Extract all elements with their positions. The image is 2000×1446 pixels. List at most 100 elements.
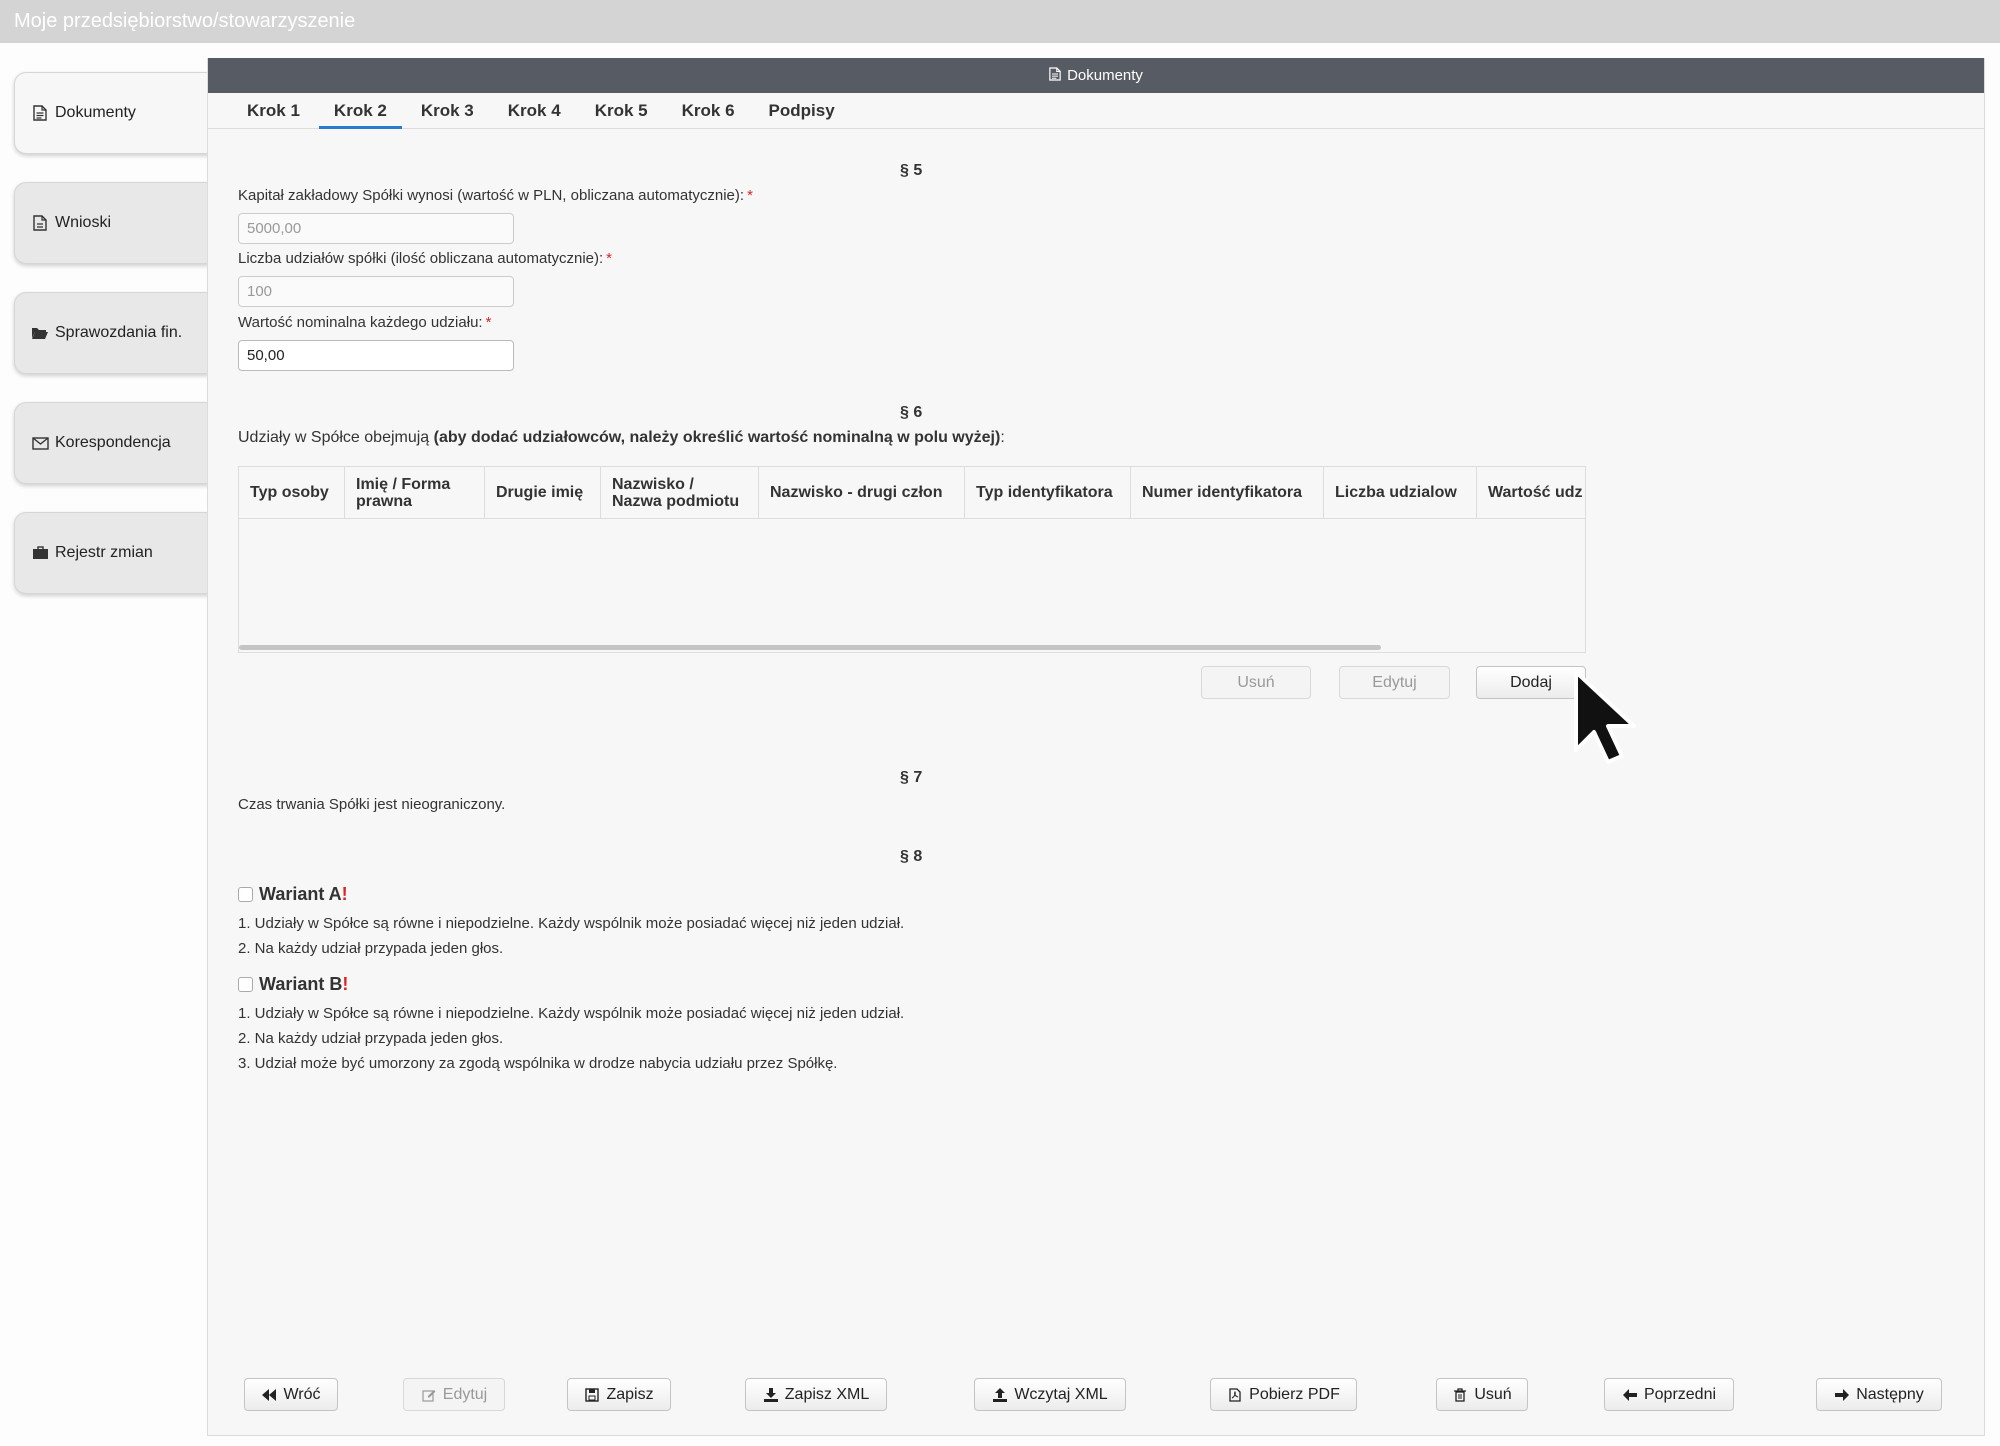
variant-b-line: 3. Udział może być umorzony za zgodą wsp…	[238, 1055, 838, 1072]
pdf-file-icon	[1227, 1387, 1243, 1403]
previous-button-label: Poprzedni	[1643, 1385, 1717, 1403]
envelope-icon	[31, 434, 49, 452]
download-pdf-button-label: Pobierz PDF	[1249, 1385, 1340, 1403]
table-horizontal-scrollbar[interactable]	[239, 645, 1381, 650]
arrow-right-icon	[1834, 1387, 1850, 1403]
nominal-label-text: Wartość nominalna każdego udziału:	[238, 314, 483, 331]
document-icon	[1049, 66, 1061, 85]
save-xml-button[interactable]: Zapisz XML	[745, 1378, 887, 1411]
variant-a-line: 2. Na każdy udział przypada jeden głos.	[238, 940, 504, 957]
column-header[interactable]: Drugie imię	[485, 467, 601, 518]
variant-a-checkbox[interactable]	[238, 887, 253, 902]
upload-icon	[992, 1387, 1008, 1403]
panel-header: Dokumenty	[208, 58, 1984, 93]
sidebar-item-label: Korespondencja	[55, 434, 171, 451]
column-header[interactable]: Numer identyfikatora	[1131, 467, 1324, 518]
variant-b-line: 2. Na każdy udział przypada jeden głos.	[238, 1030, 504, 1047]
next-button-label: Następny	[1856, 1385, 1924, 1403]
briefcase-icon	[31, 544, 49, 562]
shares-count-field	[238, 276, 514, 307]
section-6-title: § 6	[900, 404, 923, 421]
sidebar-item-label: Dokumenty	[55, 104, 136, 121]
variant-a-label[interactable]: Wariant A!	[259, 884, 348, 905]
capital-field	[238, 213, 514, 244]
variant-b-warning: !	[342, 974, 349, 994]
column-header[interactable]: Imię / Forma prawna	[345, 467, 485, 518]
sidebar-item-rejestr-zmian[interactable]: Rejestr zmian	[14, 512, 210, 594]
tab-podpisy[interactable]: Podpisy	[752, 93, 852, 128]
nominal-value-field[interactable]	[238, 340, 514, 371]
shares-intro-hint: (aby dodać udziałowców, należy określić …	[433, 429, 1001, 446]
app-title: Moje przedsiębiorstwo/stowarzyszenie	[14, 10, 356, 32]
sidebar-item-korespondencja[interactable]: Korespondencja	[14, 402, 210, 484]
save-button-label: Zapisz	[606, 1385, 654, 1403]
variant-b-label[interactable]: Wariant B!	[259, 974, 348, 995]
duration-text: Czas trwania Spółki jest nieograniczony.	[238, 796, 506, 813]
column-header[interactable]: Wartość udz	[1477, 467, 1585, 518]
section-8-title: § 8	[900, 848, 923, 865]
sidebar-item-label: Sprawozdania fin.	[55, 324, 183, 341]
save-button[interactable]: Zapisz	[567, 1378, 671, 1411]
tab-krok-6[interactable]: Krok 6	[665, 93, 752, 128]
shares-intro-colon: :	[1000, 429, 1005, 446]
arrow-left-icon	[1622, 1387, 1638, 1403]
sidebar-item-label: Rejestr zmian	[55, 544, 153, 561]
folder-open-icon	[31, 324, 49, 342]
floppy-disk-icon	[584, 1387, 600, 1403]
shares-intro: Udziały w Spółce obejmują (aby dodać udz…	[238, 429, 1005, 447]
load-xml-button[interactable]: Wczytaj XML	[974, 1378, 1126, 1411]
sidebar-item-dokumenty[interactable]: Dokumenty	[14, 72, 210, 154]
load-xml-button-label: Wczytaj XML	[1014, 1385, 1108, 1403]
remove-shareholder-button[interactable]: Usuń	[1201, 666, 1311, 699]
variant-a-line: 1. Udziały w Spółce są równe i niepodzie…	[238, 915, 905, 932]
previous-button[interactable]: Poprzedni	[1604, 1378, 1734, 1411]
tab-krok-1[interactable]: Krok 1	[230, 93, 317, 128]
column-header[interactable]: Liczba udzialow	[1324, 467, 1477, 518]
column-header[interactable]: Nazwisko - drugi człon	[759, 467, 965, 518]
mouse-cursor-icon	[1574, 670, 1636, 764]
document-icon	[31, 104, 49, 122]
next-button[interactable]: Następny	[1816, 1378, 1942, 1411]
fast-backward-icon	[261, 1387, 277, 1403]
variant-b-checkbox[interactable]	[238, 977, 253, 992]
table-header: Typ osoby Imię / Forma prawna Drugie imi…	[239, 467, 1585, 519]
required-mark: *	[747, 187, 753, 204]
tab-krok-5[interactable]: Krok 5	[578, 93, 665, 128]
tab-krok-4[interactable]: Krok 4	[491, 93, 578, 128]
shares-intro-text: Udziały w Spółce obejmują	[238, 429, 434, 446]
tab-krok-3[interactable]: Krok 3	[404, 93, 491, 128]
variant-a-warning: !	[341, 884, 348, 904]
download-pdf-button[interactable]: Pobierz PDF	[1210, 1378, 1357, 1411]
shares-label-text: Liczba udziałów spółki (ilość obliczana …	[238, 250, 604, 267]
variant-b-label-text: Wariant B	[259, 974, 343, 994]
variant-b-line: 1. Udziały w Spółce są równe i niepodzie…	[238, 1005, 905, 1022]
section-5-title: § 5	[900, 162, 923, 179]
column-header[interactable]: Nazwisko / Nazwa podmiotu	[601, 467, 759, 518]
app-title-bar: Moje przedsiębiorstwo/stowarzyszenie	[0, 0, 2000, 43]
shareholders-table: Typ osoby Imię / Forma prawna Drugie imi…	[238, 466, 1586, 653]
delete-button-label: Usuń	[1474, 1385, 1512, 1403]
trash-icon	[1452, 1387, 1468, 1403]
tab-krok-2[interactable]: Krok 2	[317, 93, 404, 129]
delete-button[interactable]: Usuń	[1436, 1378, 1528, 1411]
column-header[interactable]: Typ identyfikatora	[965, 467, 1131, 518]
column-header[interactable]: Typ osoby	[239, 467, 345, 518]
documents-panel: Dokumenty Krok 1 Krok 2 Krok 3 Krok 4 Kr…	[207, 58, 1985, 1436]
edit-button[interactable]: Edytuj	[403, 1378, 505, 1411]
shares-label: Liczba udziałów spółki (ilość obliczana …	[238, 250, 612, 267]
document-icon	[31, 214, 49, 232]
sidebar-item-wnioski[interactable]: Wnioski	[14, 182, 210, 264]
back-button[interactable]: Wróć	[244, 1378, 338, 1411]
pencil-icon	[421, 1387, 437, 1403]
panel-title: Dokumenty	[1067, 67, 1143, 84]
save-xml-button-label: Zapisz XML	[784, 1385, 870, 1403]
sidebar-item-label: Wnioski	[55, 214, 112, 231]
back-button-label: Wróć	[283, 1385, 321, 1403]
nominal-value-label: Wartość nominalna każdego udziału: *	[238, 314, 491, 331]
capital-label: Kapitał zakładowy Spółki wynosi (wartość…	[238, 187, 753, 204]
step-tabs: Krok 1 Krok 2 Krok 3 Krok 4 Krok 5 Krok …	[208, 93, 1984, 129]
sidebar-item-sprawozdania[interactable]: Sprawozdania fin.	[14, 292, 210, 374]
section-7-title: § 7	[900, 769, 923, 786]
edit-shareholder-button[interactable]: Edytuj	[1339, 666, 1450, 699]
edit-button-label: Edytuj	[442, 1385, 488, 1403]
